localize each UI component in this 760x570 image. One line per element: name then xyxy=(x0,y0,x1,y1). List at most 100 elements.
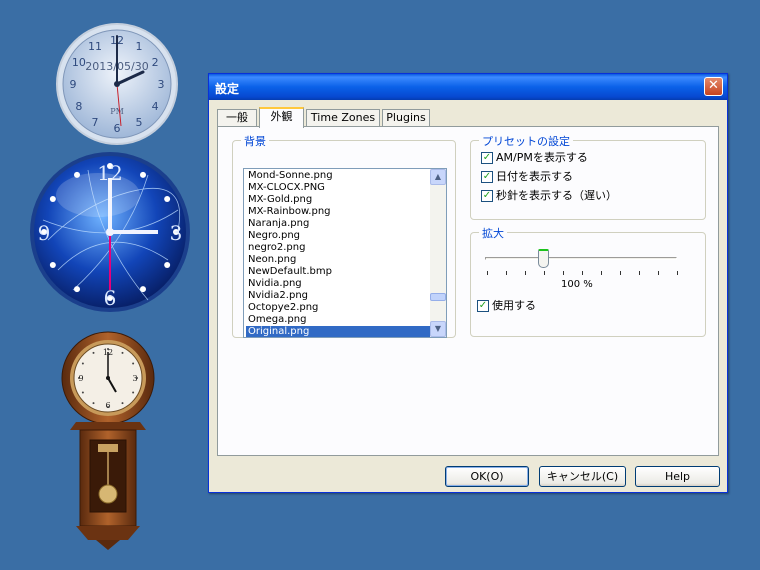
list-item[interactable]: Original.png xyxy=(246,326,430,337)
show-date-label: 日付を表示する xyxy=(496,170,573,183)
list-item[interactable]: Nvidia.png xyxy=(246,278,430,290)
preset-group-label: プリセットの設定 xyxy=(479,133,573,149)
clock-hour-mark xyxy=(121,402,124,405)
clock-hour-mark xyxy=(92,402,95,405)
slider-tick xyxy=(563,271,564,275)
clock-ampm: PM xyxy=(110,107,124,116)
use-zoom-label: 使用する xyxy=(492,299,536,312)
clock-hour-mark xyxy=(121,351,124,354)
show-date-checkbox[interactable]: ✓ xyxy=(481,171,493,183)
list-item[interactable]: Neon.png xyxy=(246,254,430,266)
list-item[interactable]: Naranja.png xyxy=(246,218,430,230)
zoom-value-label: 100 % xyxy=(561,279,593,290)
clock-numeral-9: 9 xyxy=(38,221,51,245)
slider-tick xyxy=(544,271,545,275)
clock-hour-mark xyxy=(140,286,146,293)
list-item[interactable]: MX-CLOCX.PNG xyxy=(246,182,430,194)
clock-hour-mark: 5 xyxy=(136,116,143,129)
show-ampm-label: AM/PMを表示する xyxy=(496,151,588,164)
zoom-slider-thumb[interactable] xyxy=(537,249,549,268)
show-date-option[interactable]: ✓ 日付を表示する xyxy=(481,170,573,186)
list-item[interactable]: Omega.png xyxy=(246,314,430,326)
clock-hour-mark xyxy=(132,391,135,394)
clock-hour-mark xyxy=(49,196,56,202)
list-item[interactable]: negro2.png xyxy=(246,242,430,254)
settings-dialog: 設定 ✕ 一般 外観 Time Zones Plugins 背景 Mond-So… xyxy=(208,73,728,493)
list-item[interactable]: NewDefault.bmp xyxy=(246,266,430,278)
listbox-scrollbar[interactable]: ▲ ▼ xyxy=(430,169,446,337)
zoom-slider-track[interactable] xyxy=(485,257,677,260)
clock-numeral-3: 3 xyxy=(170,221,183,245)
clock-hour-mark: 1 xyxy=(136,40,143,53)
clock-hour-mark xyxy=(74,286,80,293)
clock-hour-mark: 7 xyxy=(92,116,99,129)
globe-clock-widget[interactable]: 12 3 6 9 xyxy=(28,150,193,315)
show-second-hand-label: 秒針を表示する（遅い） xyxy=(496,189,617,202)
background-listbox[interactable]: Mond-Sonne.png MX-CLOCX.PNG MX-Gold.png MX-… xyxy=(243,168,447,338)
scroll-up-icon[interactable]: ▲ xyxy=(430,169,446,185)
clock-hour-mark: 3 xyxy=(158,78,165,91)
ok-button[interactable]: OK(O) xyxy=(445,466,529,487)
show-ampm-option[interactable]: ✓ AM/PMを表示する xyxy=(481,151,588,167)
use-zoom-checkbox[interactable]: ✓ xyxy=(477,300,489,312)
background-group-label: 背景 xyxy=(241,133,269,149)
zoom-group: 拡大 100 % ✓ 使用する xyxy=(470,225,706,337)
clock-hour-mark xyxy=(81,362,84,365)
tab-appearance[interactable]: 外観 xyxy=(259,107,304,128)
clock-hour-mark xyxy=(81,391,84,394)
slider-tick xyxy=(677,271,678,275)
clock-hour-mark xyxy=(132,362,135,365)
dialog-titlebar[interactable]: 設定 ✕ xyxy=(209,74,727,100)
use-zoom-option[interactable]: ✓ 使用する xyxy=(477,299,536,315)
clock-numeral-3: 3 xyxy=(132,374,137,383)
zoom-group-label: 拡大 xyxy=(479,225,507,241)
clock-hour-mark xyxy=(164,196,171,202)
show-second-hand-option[interactable]: ✓ 秒針を表示する（遅い） xyxy=(481,189,617,205)
clock-hour-mark: 9 xyxy=(70,78,77,91)
tab-time-zones[interactable]: Time Zones xyxy=(306,109,380,127)
help-button[interactable]: Help xyxy=(635,466,720,487)
list-item[interactable]: Octopye2.png xyxy=(246,302,430,314)
clock-hour-mark: 2 xyxy=(152,56,159,69)
slider-tick xyxy=(487,271,488,275)
list-item[interactable]: Mond-Sonne.png xyxy=(246,170,430,182)
background-list-items: Mond-Sonne.png MX-CLOCX.PNG MX-Gold.png MX-… xyxy=(246,170,430,337)
cancel-button[interactable]: キャンセル(C) xyxy=(539,466,626,487)
appearance-tab-panel: 背景 Mond-Sonne.png MX-CLOCX.PNG MX-Gold.png… xyxy=(217,126,719,456)
tab-plugins[interactable]: Plugins xyxy=(382,109,430,127)
background-group: 背景 Mond-Sonne.png MX-CLOCX.PNG MX-Gold.png… xyxy=(232,133,456,338)
slider-tick xyxy=(525,271,526,275)
pendulum-clock-widget[interactable]: 12 3 6 9 xyxy=(58,330,158,550)
close-icon[interactable]: ✕ xyxy=(704,77,723,96)
slider-tick xyxy=(506,271,507,275)
list-item[interactable]: Negro.png xyxy=(246,230,430,242)
preset-settings-group: プリセットの設定 ✓ AM/PMを表示する ✓ 日付を表示する ✓ 秒針を表示する（遅… xyxy=(470,133,706,220)
clock-hour-mark: 6 xyxy=(114,122,121,135)
list-item[interactable]: MX-Gold.png xyxy=(246,194,430,206)
list-item[interactable]: MX-Rainbow.png xyxy=(246,206,430,218)
slider-tick xyxy=(658,271,659,275)
tab-general[interactable]: 一般 xyxy=(217,109,257,127)
clock-hour-mark: 10 xyxy=(72,56,86,69)
slider-tick xyxy=(639,271,640,275)
clock-hour-mark: 11 xyxy=(88,40,102,53)
pendulum-bob xyxy=(98,484,118,504)
analog-clock-widget[interactable]: 123456789101112 2013/05/30 PM xyxy=(55,22,180,147)
slider-tick xyxy=(620,271,621,275)
dialog-title: 設定 xyxy=(215,82,240,96)
clock-hour-mark: 4 xyxy=(152,100,159,113)
clock-hour-mark xyxy=(92,351,95,354)
clock-numeral-9: 9 xyxy=(78,374,83,383)
scroll-thumb[interactable] xyxy=(430,293,446,301)
slider-tick xyxy=(582,271,583,275)
clock-hour-mark xyxy=(49,262,56,268)
scroll-down-icon[interactable]: ▼ xyxy=(430,321,446,337)
clock-numeral-6: 6 xyxy=(105,401,110,410)
slider-tick xyxy=(601,271,602,275)
clock-hour-mark: 8 xyxy=(75,100,82,113)
show-second-hand-checkbox[interactable]: ✓ xyxy=(481,190,493,202)
show-ampm-checkbox[interactable]: ✓ xyxy=(481,152,493,164)
list-item[interactable]: Nvidia2.png xyxy=(246,290,430,302)
clock-hour-mark xyxy=(164,262,171,268)
clock-hour-mark xyxy=(140,171,146,178)
